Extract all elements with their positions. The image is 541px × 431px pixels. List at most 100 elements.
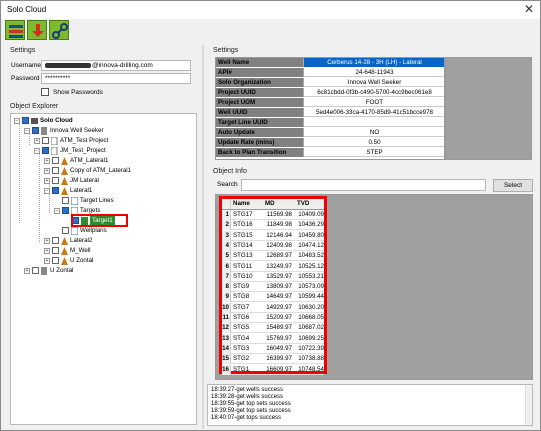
settings-group-label: Settings: [10, 47, 36, 54]
select-button[interactable]: Select: [493, 179, 533, 192]
table-row[interactable]: 1 STG17 11569.98 10409.09: [222, 210, 324, 220]
expand-icon[interactable]: +: [44, 158, 50, 164]
grid-value[interactable]: 24-648-11943: [304, 68, 444, 77]
close-icon[interactable]: ✕: [524, 2, 534, 16]
column-header-tvd[interactable]: TVD: [297, 199, 327, 209]
table-row[interactable]: 10 STG7 14929.97 10630.20: [222, 302, 324, 313]
grid-row[interactable]: Well Name Cerberus 14-28 - 3H (LH) - Late…: [216, 58, 444, 67]
cell-md: 15769.97: [266, 334, 292, 342]
expand-icon[interactable]: +: [44, 168, 50, 174]
settings-grid[interactable]: Well Name Cerberus 14-28 - 3H (LH) - Late…: [215, 57, 445, 160]
table-row[interactable]: 15 STG2 16399.97 10738.88: [222, 354, 324, 365]
object-info-table[interactable]: Name MD TVD 1 STG17 11569.98 10409.09 2 STG16…: [219, 196, 327, 375]
table-row[interactable]: 9 STG8 14649.97 10599.44: [222, 292, 324, 303]
grid-value[interactable]: [304, 118, 444, 127]
collapse-icon[interactable]: −: [24, 128, 30, 134]
search-input[interactable]: [241, 179, 486, 191]
expand-icon[interactable]: +: [44, 238, 50, 244]
node-checkbox[interactable]: [62, 197, 69, 204]
expand-icon[interactable]: +: [34, 138, 40, 144]
well-tree-button[interactable]: [5, 20, 25, 40]
grid-row[interactable]: Update Rate (mins) 0.50: [216, 138, 444, 147]
username-label: Username: [11, 62, 41, 69]
node-checkbox[interactable]: [52, 157, 59, 164]
table-row[interactable]: 5 STG13 12689.97 10483.52: [222, 251, 324, 262]
tree-node-label: Lateral2: [70, 237, 93, 244]
table-row[interactable]: 11 STG6 15209.97 10668.05: [222, 313, 324, 323]
node-checkbox[interactable]: [42, 147, 49, 154]
search-label: Search: [217, 181, 238, 188]
grid-row[interactable]: Back to Plan Transition STEP: [216, 148, 444, 157]
download-button[interactable]: [27, 20, 47, 40]
node-checkbox[interactable]: [32, 127, 39, 134]
collapse-icon[interactable]: −: [34, 148, 40, 154]
table-row[interactable]: 12 STG5 15489.97 10687.02: [222, 323, 324, 334]
table-row[interactable]: 6 STG11 13249.97 10525.12: [222, 261, 324, 272]
log-scrollbar[interactable]: [525, 385, 532, 425]
password-field[interactable]: **********: [41, 73, 191, 84]
window-title: Solo Cloud: [7, 5, 47, 14]
node-checkbox[interactable]: [52, 237, 59, 244]
grid-row[interactable]: API# 24-648-11943: [216, 68, 444, 77]
node-checkbox[interactable]: [62, 227, 69, 234]
grid-value[interactable]: 0.50: [304, 138, 444, 147]
node-checkbox[interactable]: [22, 117, 29, 124]
cell-name: STG6: [233, 314, 250, 321]
node-checkbox[interactable]: [52, 167, 59, 174]
column-header-name[interactable]: Name: [233, 199, 260, 209]
collapse-icon[interactable]: −: [14, 118, 20, 124]
grid-row[interactable]: Solo Organization Innova Well Seeker: [216, 78, 444, 87]
table-row[interactable]: 3 STG15 12146.94 10459.80: [222, 230, 324, 241]
cell-tvd: 10599.44: [298, 293, 324, 301]
row-index: 9: [222, 292, 231, 303]
object-explorer-tree[interactable]: − Solo Cloud − Innova Well Seeker + ATM_…: [10, 113, 197, 425]
table-row[interactable]: 7 STG10 13529.97 10553.21: [222, 271, 324, 282]
splitter[interactable]: [202, 45, 204, 429]
node-checkbox[interactable]: [52, 187, 59, 194]
right-settings-group-label: Settings: [213, 47, 239, 54]
cloud-db-icon: [31, 118, 38, 124]
table-row[interactable]: 14 STG3 16049.97 10722.39: [222, 343, 324, 354]
grid-value[interactable]: 5ed4e006-33ca-4170-85d9-41c51bcce978: [304, 108, 444, 117]
node-checkbox[interactable]: [32, 267, 39, 274]
tree-node-label: ATM_Lateral1: [70, 157, 109, 164]
collapse-icon[interactable]: −: [54, 208, 60, 214]
grid-value[interactable]: STEP: [304, 148, 444, 157]
node-checkbox[interactable]: [62, 207, 69, 214]
table-row[interactable]: 4 STG14 12409.98 10474.12: [222, 240, 324, 251]
table-row[interactable]: 2 STG16 11849.98 10436.29: [222, 220, 324, 231]
show-passwords-checkbox[interactable]: [41, 88, 49, 96]
expand-icon[interactable]: +: [44, 248, 50, 254]
row-index: 10: [222, 302, 231, 313]
cell-name: STG10: [233, 272, 253, 280]
grid-row[interactable]: Target Line UUID: [216, 118, 444, 127]
node-checkbox[interactable]: [52, 257, 59, 264]
app-window: Solo Cloud ✕ Settings Username @innova-d…: [0, 0, 541, 431]
table-row[interactable]: 8 STG9 13809.97 10573.09: [222, 282, 324, 293]
table-header: Name MD TVD: [222, 199, 324, 210]
log-panel[interactable]: 18:39:27-get wells success 18:39:28-get w…: [207, 384, 533, 426]
username-field[interactable]: @innova-drilling.com: [41, 60, 191, 71]
table-row[interactable]: 13 STG4 15769.97 10699.25: [222, 333, 324, 344]
table-row[interactable]: 16 STG1 16609.97 10748.54: [222, 364, 324, 375]
grid-row[interactable]: Well UUID 5ed4e006-33ca-4170-85d9-41c51bc…: [216, 108, 444, 117]
grid-value[interactable]: FOOT: [304, 98, 444, 107]
expand-icon[interactable]: +: [24, 268, 30, 274]
grid-value[interactable]: NO: [304, 128, 444, 137]
grid-value[interactable]: Innova Well Seeker: [304, 78, 444, 87]
node-checkbox[interactable]: [42, 137, 49, 144]
grid-row[interactable]: Auto Update NO: [216, 128, 444, 137]
grid-row[interactable]: Project UOM FOOT: [216, 98, 444, 107]
expand-icon[interactable]: +: [44, 178, 50, 184]
node-checkbox[interactable]: [52, 247, 59, 254]
node-checkbox[interactable]: [52, 177, 59, 184]
grid-row[interactable]: Project UUID 6c81cbdd-0f3b-c490-5700-4cc9…: [216, 88, 444, 97]
link-button[interactable]: [49, 20, 69, 40]
row-index: 7: [222, 271, 231, 282]
column-header-md[interactable]: MD: [265, 199, 295, 209]
grid-value[interactable]: 6c81cbdd-0f3b-c490-5700-4cc9bec061e8: [304, 88, 444, 97]
grid-value[interactable]: Cerberus 14-28 - 3H (LH) - Lateral: [304, 58, 444, 67]
expand-icon[interactable]: +: [44, 258, 50, 264]
show-passwords-label: Show Passwords: [53, 89, 103, 96]
collapse-icon[interactable]: −: [44, 188, 50, 194]
